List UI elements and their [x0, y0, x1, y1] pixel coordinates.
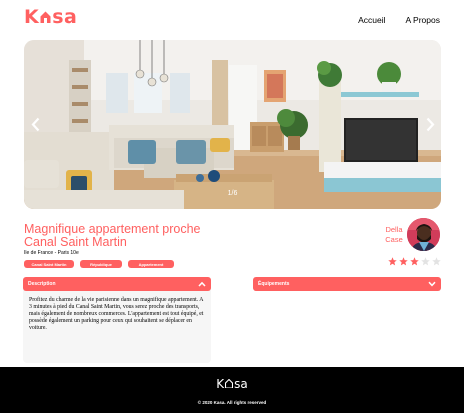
main-nav: Accueil A Propos — [358, 15, 440, 25]
host-first-name: Della — [385, 225, 403, 234]
carousel-counter: 1/6 — [227, 190, 238, 197]
description-collapse: Description Profitez du charme de la vie… — [23, 277, 211, 363]
description-toggle[interactable]: Description — [23, 277, 211, 291]
house-icon — [40, 11, 51, 23]
equipements-toggle[interactable]: Équipements — [253, 277, 441, 291]
description-body: Profitez du charme de la vie parisienne … — [23, 289, 211, 363]
footer-copyright: © 2020 Kasa. All rights reserved — [197, 400, 267, 405]
chevron-right-icon — [426, 117, 434, 131]
site-header: Ksa Accueil A Propos — [0, 0, 464, 40]
tag-republique: République — [80, 260, 122, 268]
star-icon — [399, 257, 408, 266]
tag-list: Canal Saint Martin République Appartemen… — [24, 260, 174, 268]
star-icon — [432, 257, 441, 266]
photo-carousel: 1/6 — [24, 40, 441, 209]
equipements-label: Équipements — [258, 281, 290, 287]
nav-about-link[interactable]: A Propos — [406, 15, 441, 25]
chevron-left-icon — [31, 117, 39, 131]
chevron-up-icon — [198, 281, 206, 287]
carousel-prev-button[interactable] — [28, 114, 42, 134]
footer-logo-sa: sa — [234, 377, 248, 391]
tag-appartement: Appartement — [128, 260, 174, 268]
site-footer: Ksa © 2020 Kasa. All rights reserved — [0, 367, 464, 413]
kasa-logo[interactable]: Ksa — [24, 6, 77, 28]
chevron-down-icon — [428, 281, 436, 287]
rating-stars — [388, 257, 441, 266]
host-last-name: Case — [385, 235, 403, 244]
description-text: Profitez du charme de la vie parisienne … — [29, 297, 204, 332]
tag-canal-saint-martin: Canal Saint Martin — [24, 260, 74, 268]
footer-logo: Ksa — [0, 377, 464, 391]
description-label: Description — [28, 281, 56, 287]
star-icon — [388, 257, 397, 266]
host-avatar — [407, 218, 440, 251]
footer-house-icon — [225, 379, 234, 388]
logo-letters-sa: sa — [52, 6, 78, 28]
listing-title: Magnifique appartement proche Canal Sain… — [24, 222, 201, 249]
logo-letter-k: K — [24, 6, 40, 28]
host-card: Della Case — [383, 218, 441, 251]
carousel-next-button[interactable] — [423, 114, 437, 134]
star-icon — [410, 257, 419, 266]
equipements-collapse: Équipements — [253, 277, 441, 291]
apartment-photo — [24, 40, 441, 209]
host-name: Della Case — [383, 225, 405, 245]
nav-home-link[interactable]: Accueil — [358, 15, 385, 25]
footer-logo-k: K — [216, 377, 225, 391]
listing-location: Ile de France - Paris 10e — [24, 250, 79, 256]
star-icon — [421, 257, 430, 266]
